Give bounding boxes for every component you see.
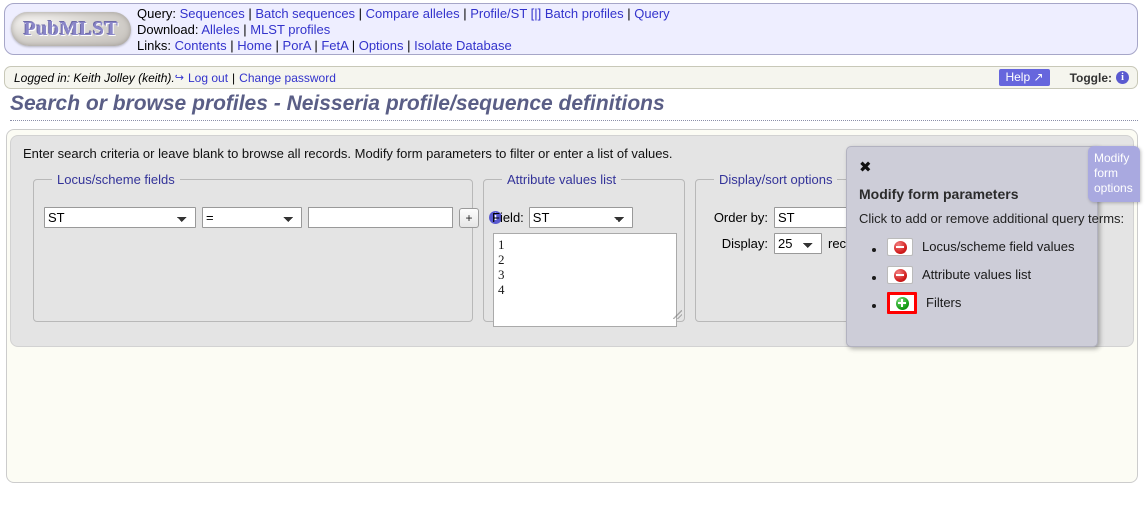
site-banner: PubMLST Query: Sequences | Batch sequenc…: [4, 3, 1138, 55]
locus-query-row: ST = + i: [44, 207, 502, 228]
login-bar-right: Help ↗ Toggle: i: [999, 69, 1129, 86]
list-item: Locus/scheme field values: [887, 233, 1074, 261]
toggle-attribute-values-list-button[interactable]: [887, 266, 913, 284]
banner-row-links: Links: Contents | Home | PorA | FetA | O…: [137, 37, 512, 53]
logged-in-text: Logged in: Keith Jolley (keith).: [14, 70, 175, 85]
change-password-link[interactable]: Change password: [239, 71, 336, 85]
attribute-values-textarea[interactable]: 1 2 3 4: [493, 233, 677, 327]
help-button[interactable]: Help ↗: [999, 69, 1050, 86]
list-item: Filters: [887, 289, 1074, 317]
banner-navigation: Query: Sequences | Batch sequences | Com…: [137, 5, 1137, 54]
attribute-field-select[interactable]: ST: [528, 207, 633, 228]
toggle-control[interactable]: Toggle: i: [1070, 71, 1129, 85]
minus-circle-icon: [893, 240, 907, 254]
nav-link-compare-alleles[interactable]: Compare alleles: [366, 6, 460, 21]
banner-label-query: Query:: [137, 5, 177, 21]
info-icon[interactable]: i: [1116, 71, 1129, 84]
toggle-locus-scheme-field-values-button[interactable]: [887, 238, 913, 256]
help-label: Help: [1005, 70, 1031, 84]
legend-display-sort-options: Display/sort options: [719, 172, 833, 187]
nav-link-mlst-profiles[interactable]: MLST profiles: [250, 22, 330, 37]
external-link-icon: ↗: [1033, 70, 1044, 84]
order-by-label: Order by:: [713, 210, 768, 225]
nav-link-query[interactable]: Query: [634, 6, 669, 21]
login-status-bar: Logged in: Keith Jolley (keith). ↪ Log ou…: [4, 66, 1138, 89]
banner-label-links: Links:: [137, 37, 171, 53]
popup-heading: Modify form parameters: [859, 186, 1019, 202]
modify-form-parameters-popup: ✖ Modify form parameters Click to add or…: [846, 146, 1124, 347]
nav-link-sequences[interactable]: Sequences: [180, 6, 245, 21]
nav-link-contents[interactable]: Contents: [175, 38, 227, 53]
nav-link-profile-st[interactable]: Profile/ST [|]: [470, 6, 541, 21]
popup-subtext: Click to add or remove additional query …: [859, 211, 1125, 226]
add-locus-row-button[interactable]: +: [459, 207, 479, 228]
locus-operator-select[interactable]: =: [202, 207, 302, 228]
locus-field-select[interactable]: ST: [44, 207, 196, 228]
logo-text: PubMLST: [23, 17, 119, 40]
fieldset-locus-scheme-fields: Locus/scheme fields ST = + i: [33, 172, 502, 322]
toggle-label: Toggle:: [1069, 70, 1112, 85]
toggle-filters-button[interactable]: [887, 292, 917, 314]
nav-link-pora[interactable]: PorA: [283, 38, 311, 53]
nav-link-batch-sequences[interactable]: Batch sequences: [255, 6, 355, 21]
minus-circle-icon: [893, 268, 907, 282]
display-count-select[interactable]: 25: [774, 233, 822, 254]
nav-link-alleles[interactable]: Alleles: [201, 22, 239, 37]
pubmlst-logo: PubMLST: [11, 12, 131, 46]
attribute-field-label: Field:: [492, 210, 524, 225]
page-title: Search or browse profiles - Neisseria pr…: [10, 92, 1138, 121]
nav-link-isolate-database[interactable]: Isolate Database: [414, 38, 512, 53]
plus-circle-icon: [895, 296, 909, 310]
close-icon[interactable]: ✖: [859, 160, 872, 175]
toggle-filters-label: Filters: [926, 295, 962, 310]
banner-row-query: Query: Sequences | Batch sequences | Com…: [137, 5, 670, 21]
query-term-toggle-list: Locus/scheme field values Attribute valu…: [865, 233, 1074, 317]
display-label: Display:: [721, 236, 768, 251]
legend-locus-scheme-fields: Locus/scheme fields: [57, 172, 175, 187]
logout-link[interactable]: Log out: [188, 71, 228, 85]
nav-link-feta[interactable]: FetA: [321, 38, 348, 53]
logout-icon: ↪: [174, 72, 184, 84]
list-item: Attribute values list: [887, 261, 1074, 289]
modify-form-options-tab[interactable]: Modify form options: [1088, 146, 1140, 202]
nav-link-options[interactable]: Options: [359, 38, 404, 53]
attribute-field-row: Field: ST: [492, 207, 633, 228]
login-separator: |: [232, 70, 236, 85]
locus-value-input[interactable]: [308, 207, 453, 228]
fieldset-attribute-values-list: Attribute values list Field: ST 1 2 3 4: [483, 172, 685, 327]
banner-row-download: Download: Alleles | MLST profiles: [137, 21, 331, 37]
nav-link-batch-profiles[interactable]: Batch profiles: [545, 6, 624, 21]
banner-label-download: Download:: [137, 21, 199, 37]
nav-link-home[interactable]: Home: [237, 38, 272, 53]
toggle-attribute-values-list-label: Attribute values list: [922, 267, 1032, 282]
legend-attribute-values-list: Attribute values list: [507, 172, 617, 187]
toggle-locus-scheme-field-values-label: Locus/scheme field values: [922, 239, 1075, 254]
form-intro-text: Enter search criteria or leave blank to …: [23, 146, 673, 161]
